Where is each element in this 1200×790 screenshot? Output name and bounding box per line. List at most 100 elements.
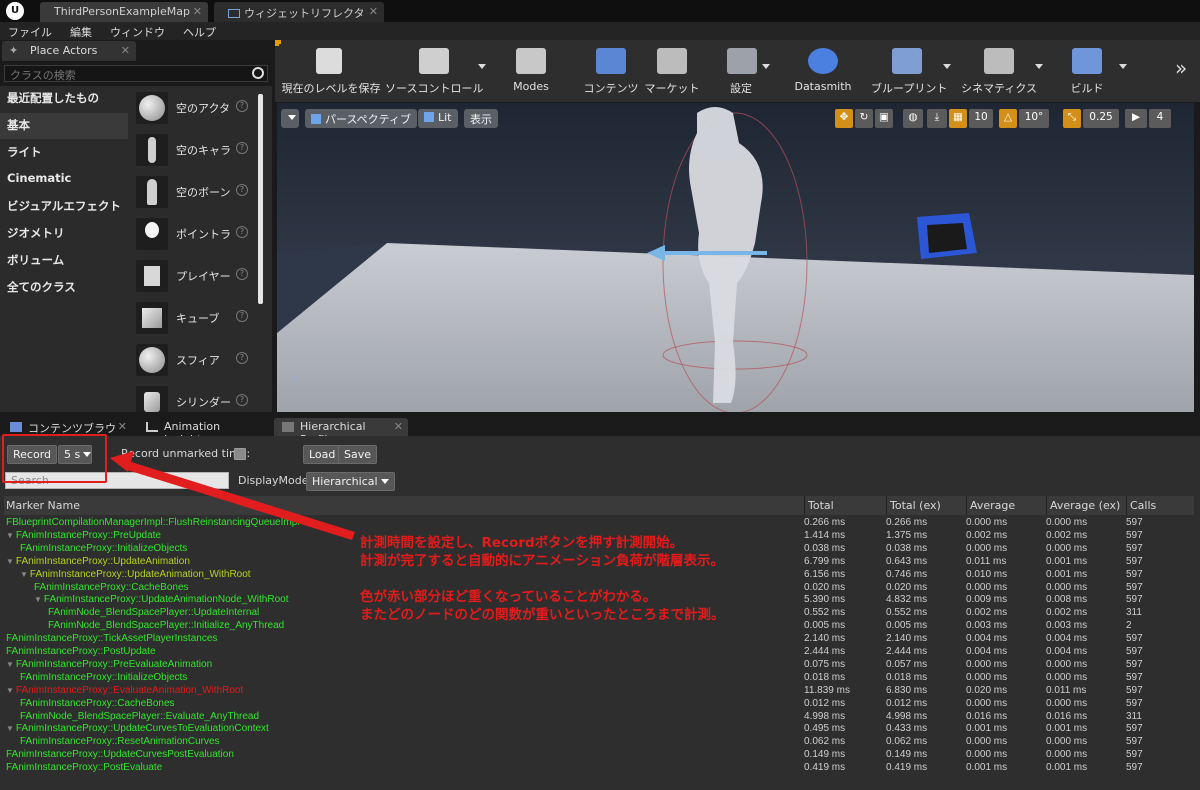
actor-item-empty-character[interactable]: 空のキャラ ? (130, 130, 254, 170)
rotation-snap-value[interactable]: 10° (1019, 109, 1049, 128)
surface-snap-icon[interactable]: ⤓ (927, 109, 947, 128)
table-row[interactable]: FAnimInstanceProxy::CacheBones 0.012 ms 0.… (4, 697, 1194, 710)
expand-toggle-icon[interactable]: ▼ (20, 570, 28, 579)
rotation-snap-icon[interactable]: △ (999, 109, 1017, 128)
show-button[interactable]: 表示 (464, 109, 498, 128)
actor-item-empty-actor[interactable]: 空のアクタ ? (130, 88, 254, 128)
close-icon[interactable]: ✕ (121, 44, 130, 57)
help-icon[interactable]: ? (236, 184, 248, 196)
table-row[interactable]: FAnimInstanceProxy::InitializeObjects 0.0… (4, 671, 1194, 684)
category-visual-effects[interactable]: ビジュアルエフェクト (0, 194, 128, 220)
help-icon[interactable]: ? (236, 142, 248, 154)
cinematics-button[interactable]: シネマティクス (961, 40, 1037, 102)
help-icon[interactable]: ? (236, 268, 248, 280)
close-icon[interactable]: ✕ (193, 5, 202, 18)
table-row[interactable]: ▼ FAnimInstanceProxy::UpdateCurvesToEvalu… (4, 722, 1194, 735)
rotate-tool-icon[interactable]: ↻ (855, 109, 873, 128)
tab-hierarchical-profile[interactable]: Hierarchical Profile ✕ (274, 418, 408, 446)
category-cinematic[interactable]: Cinematic (0, 167, 128, 193)
help-icon[interactable]: ? (236, 226, 248, 238)
tab-widget-reflector[interactable]: ウィジェットリフレクタ ✕ (214, 2, 384, 22)
column-calls[interactable]: Calls (1130, 499, 1156, 512)
column-average-ex[interactable]: Average (ex) (1050, 499, 1120, 512)
settings-button[interactable]: 設定 (721, 40, 761, 102)
chevron-down-icon[interactable] (478, 64, 486, 69)
table-row[interactable]: ▼ FAnimInstanceProxy::PreEvaluateAnimatio… (4, 658, 1194, 671)
menu-edit[interactable]: 編集 (62, 22, 102, 40)
help-icon[interactable]: ? (236, 394, 248, 406)
actor-item-cylinder[interactable]: シリンダー ? (130, 382, 254, 412)
save-level-button[interactable]: 現在のレベルを保存 (277, 40, 385, 102)
column-divider[interactable] (1046, 496, 1047, 515)
menu-help[interactable]: ヘルプ (175, 22, 226, 40)
expand-toggle-icon[interactable]: ▼ (6, 686, 14, 695)
class-search-input[interactable]: クラスの検索 (4, 65, 268, 82)
marketplace-button[interactable]: マーケット (643, 40, 701, 102)
column-total[interactable]: Total (808, 499, 834, 512)
menu-window[interactable]: ウィンドウ (102, 22, 175, 40)
menu-file[interactable]: ファイル (0, 22, 62, 40)
chevron-down-icon[interactable] (762, 64, 770, 69)
actor-item-empty-pawn[interactable]: 空のボーン ? (130, 172, 254, 212)
column-divider[interactable] (804, 496, 805, 515)
column-divider[interactable] (966, 496, 967, 515)
expand-toggle-icon[interactable]: ▼ (6, 557, 14, 566)
close-icon[interactable]: ✕ (118, 420, 127, 433)
column-total-ex[interactable]: Total (ex) (890, 499, 941, 512)
level-viewport[interactable]: パースペクティブ Lit 表示 ✥ ↻ ▣ ◍ ⤓ ▦ 10 △ 10° ⤡ 0… (277, 103, 1194, 412)
toolbar-expand-icon[interactable]: » (1175, 56, 1187, 80)
chevron-down-icon[interactable] (943, 64, 951, 69)
actor-item-sphere[interactable]: スフィア ? (130, 340, 254, 380)
datasmith-button[interactable]: Datasmith (791, 40, 855, 102)
grid-snap-value[interactable]: 10 (969, 109, 993, 128)
help-icon[interactable]: ? (236, 352, 248, 364)
close-icon[interactable]: ✕ (394, 420, 403, 433)
close-icon[interactable]: ✕ (369, 5, 378, 18)
camera-speed-value[interactable]: 4 (1149, 109, 1171, 128)
lit-button[interactable]: Lit (418, 109, 458, 128)
chevron-down-icon[interactable] (1035, 64, 1043, 69)
modes-button[interactable]: Modes (501, 40, 561, 102)
actor-item-cube[interactable]: キューブ ? (130, 298, 254, 338)
save-button[interactable]: Save (338, 445, 378, 464)
category-lights[interactable]: ライト (0, 140, 128, 166)
category-basic[interactable]: 基本 (0, 113, 128, 139)
grid-snap-icon[interactable]: ▦ (949, 109, 967, 128)
build-button[interactable]: ビルド (1067, 40, 1107, 102)
table-row[interactable]: ▼ FAnimInstanceProxy::UpdateAnimation_Wit… (4, 568, 1194, 581)
table-row[interactable]: FAnimInstanceProxy::PostUpdate 2.444 ms 2.… (4, 645, 1194, 658)
viewport-options-button[interactable] (281, 109, 299, 128)
scale-snap-value[interactable]: 0.25 (1083, 109, 1119, 128)
table-row[interactable]: FBlueprintCompilationManagerImpl::FlushR… (4, 516, 1194, 529)
expand-toggle-icon[interactable]: ▼ (6, 531, 14, 540)
category-geometry[interactable]: ジオメトリ (0, 221, 128, 247)
column-marker-name[interactable]: Marker Name (6, 499, 80, 512)
table-row[interactable]: FAnimNode_BlendSpacePlayer::Evaluate_Any… (4, 710, 1194, 723)
actor-item-point-light[interactable]: ポイントラ ? (130, 214, 254, 254)
actor-item-player-start[interactable]: プレイヤー ? (130, 256, 254, 296)
expand-toggle-icon[interactable]: ▼ (6, 724, 14, 733)
table-row[interactable]: ▼ FAnimInstanceProxy::EvaluateAnimation_W… (4, 684, 1194, 697)
table-row[interactable]: FAnimInstanceProxy::ResetAnimationCurves… (4, 735, 1194, 748)
record-unmarked-checkbox[interactable] (234, 448, 246, 460)
world-space-icon[interactable]: ◍ (903, 109, 923, 128)
perspective-button[interactable]: パースペクティブ (305, 109, 418, 128)
column-divider[interactable] (886, 496, 887, 515)
scale-snap-icon[interactable]: ⤡ (1063, 109, 1081, 128)
scale-tool-icon[interactable]: ▣ (875, 109, 893, 128)
translate-tool-icon[interactable]: ✥ (835, 109, 853, 128)
tab-level-map[interactable]: ThirdPersonExampleMap ✕ (40, 2, 208, 22)
display-mode-dropdown[interactable]: Hierarchical (306, 472, 395, 491)
column-divider[interactable] (1126, 496, 1127, 515)
table-row[interactable]: FAnimInstanceProxy::UpdateCurvesPostEval… (4, 748, 1194, 761)
content-button[interactable]: コンテンツ (583, 40, 639, 102)
help-icon[interactable]: ? (236, 100, 248, 112)
expand-toggle-icon[interactable]: ▼ (34, 595, 42, 604)
scrollbar[interactable] (258, 94, 263, 304)
category-recent[interactable]: 最近配置したもの (0, 86, 128, 112)
source-control-button[interactable]: ソースコントロール (385, 40, 483, 102)
expand-toggle-icon[interactable]: ▼ (6, 660, 14, 669)
camera-speed-icon[interactable]: ▶ (1125, 109, 1147, 128)
search-icon[interactable] (252, 67, 264, 79)
category-volumes[interactable]: ボリューム (0, 248, 128, 274)
